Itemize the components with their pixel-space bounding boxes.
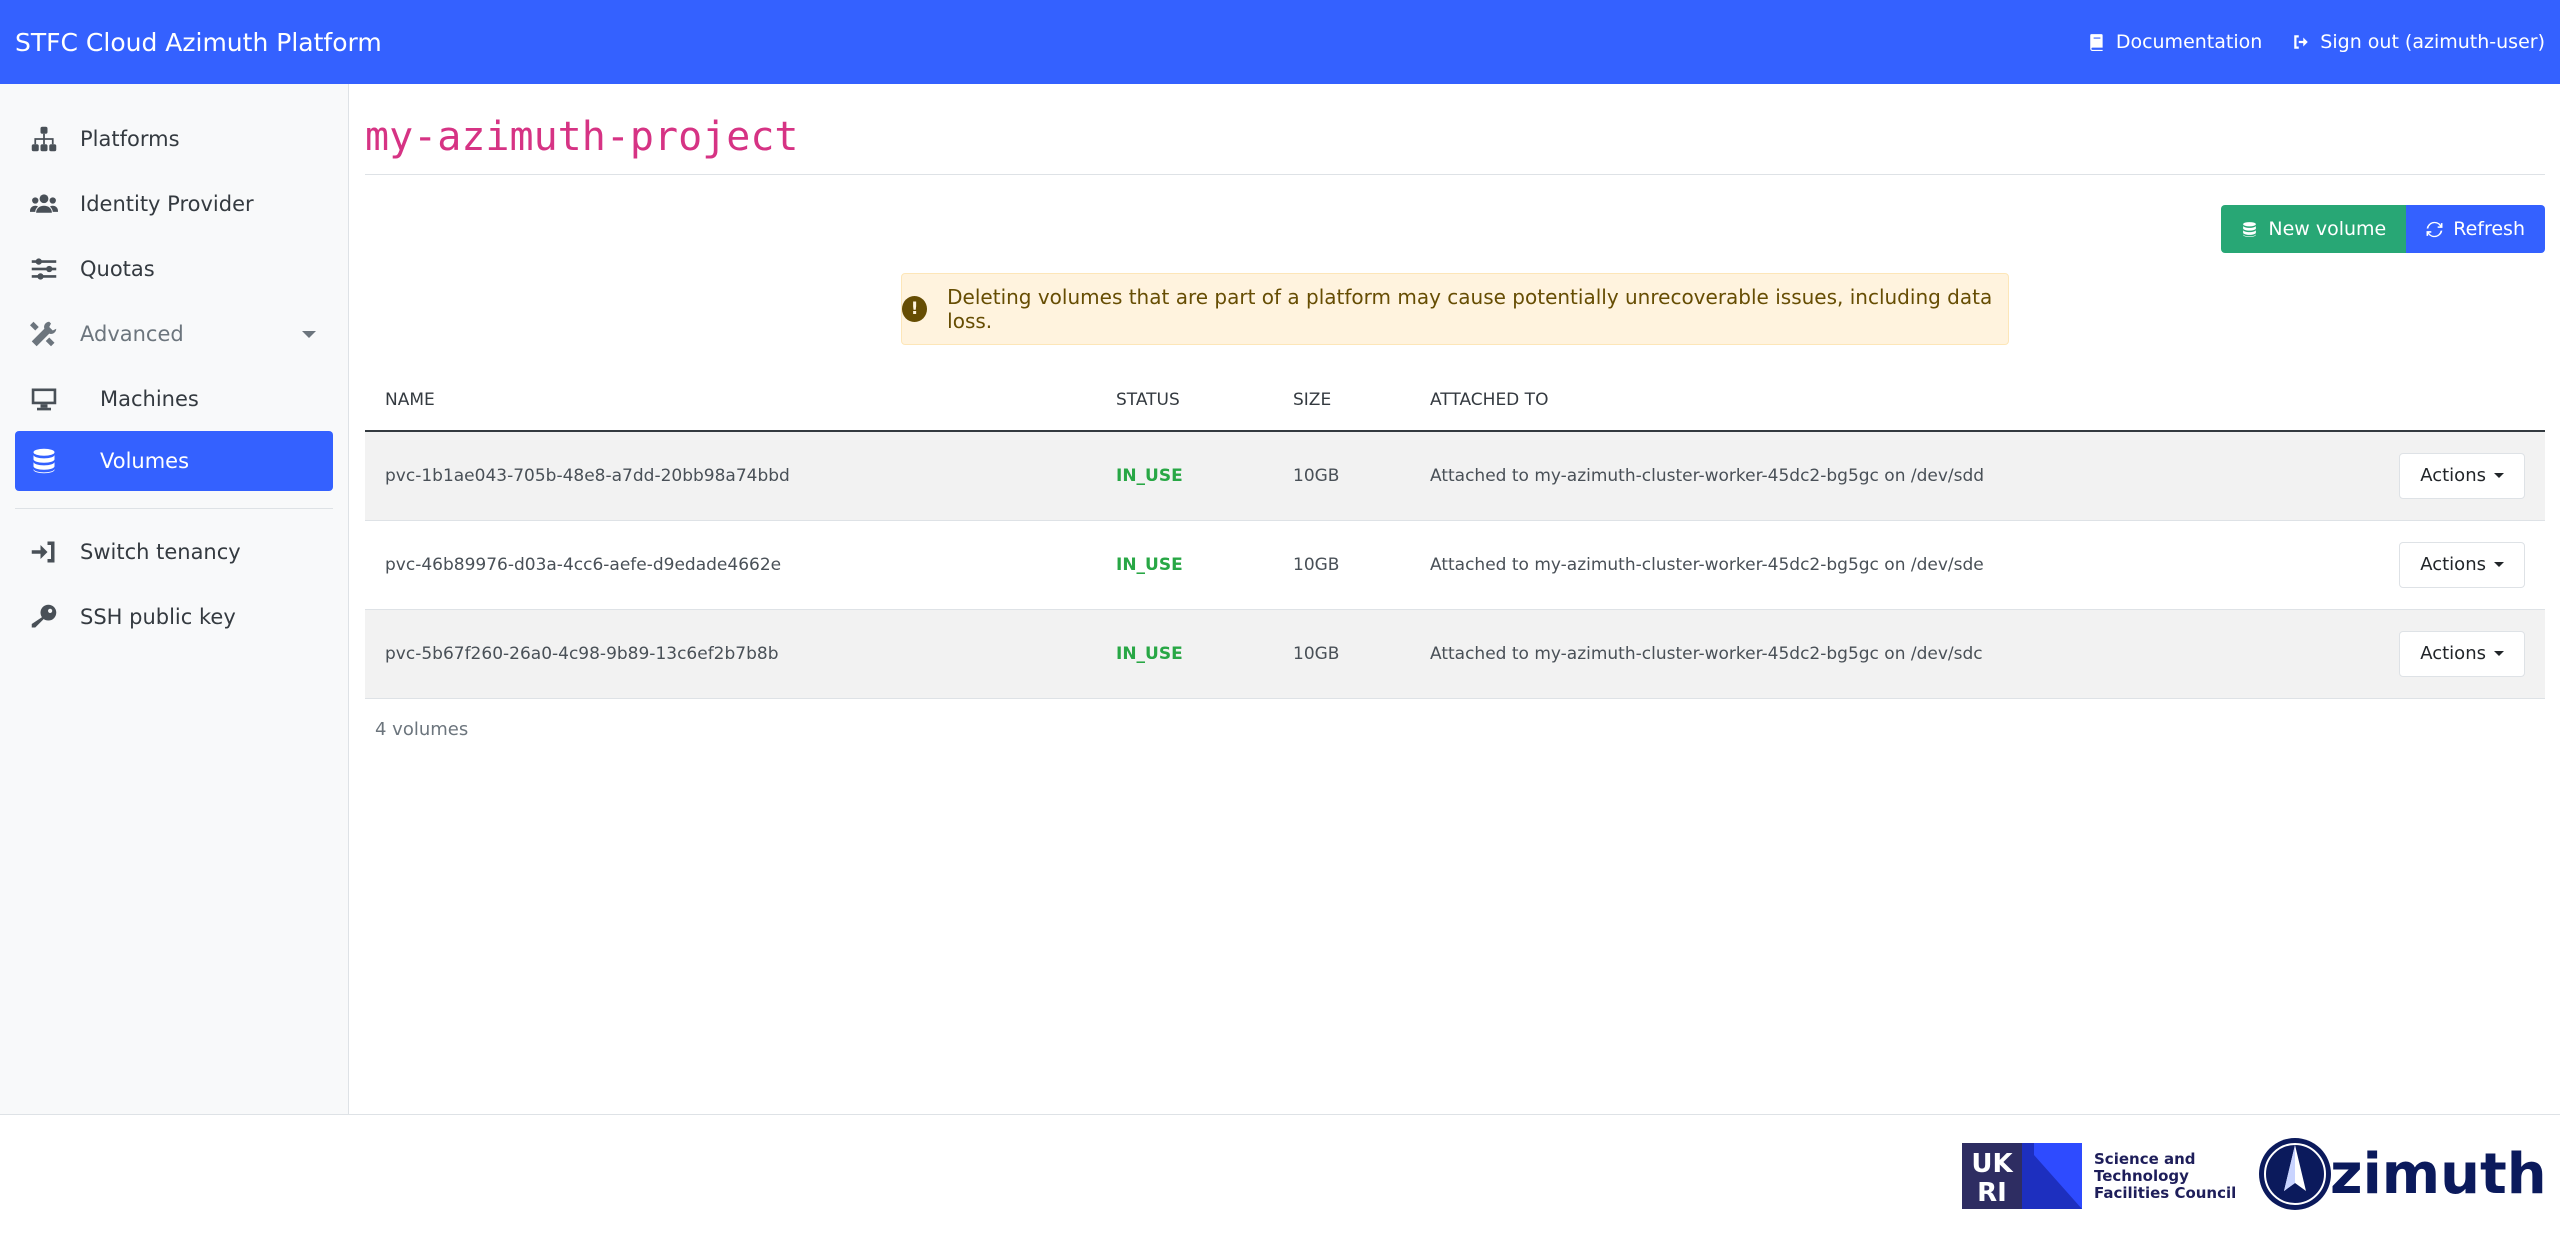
sidebar-item-label: Platforms	[80, 126, 180, 151]
footer: UK RI Science and Technology Facilities …	[0, 1114, 2560, 1237]
sidebar-item-label: Switch tenancy	[80, 539, 241, 564]
refresh-label: Refresh	[2453, 218, 2525, 240]
volume-name: pvc-5b67f260-26a0-4c98-9b89-13c6ef2b7b8b	[365, 609, 1096, 699]
sign-in-icon	[30, 538, 58, 566]
actions-dropdown-button[interactable]: Actions	[2399, 630, 2525, 677]
azimuth-compass-icon	[2259, 1138, 2331, 1210]
key-icon	[30, 603, 58, 631]
table-row: pvc-5b67f260-26a0-4c98-9b89-13c6ef2b7b8b…	[365, 609, 2545, 699]
status-badge: IN_USE	[1096, 609, 1273, 699]
sidebar: Platforms Identity Provider Quotas Advan…	[0, 84, 349, 1114]
table-row: pvc-1b1ae043-705b-48e8-a7dd-20bb98a74bbd…	[365, 431, 2545, 521]
column-header-status[interactable]: STATUS	[1096, 369, 1273, 432]
sitemap-icon	[30, 125, 58, 153]
signout-link[interactable]: Sign out (azimuth-user)	[2292, 31, 2545, 53]
caret-down-icon	[2494, 473, 2504, 479]
svg-text:RI: RI	[1977, 1178, 2007, 1208]
top-navbar: STFC Cloud Azimuth Platform Documentatio…	[0, 0, 2560, 84]
stfc-name: Science and Technology Facilities Counci…	[2094, 1149, 2237, 1202]
sidebar-item-identity-provider[interactable]: Identity Provider	[0, 171, 348, 236]
sidebar-item-label: Quotas	[80, 256, 155, 281]
actions-dropdown-button[interactable]: Actions	[2399, 541, 2525, 588]
warning-alert: ! Deleting volumes that are part of a pl…	[901, 273, 2009, 345]
sidebar-item-advanced[interactable]: Advanced	[0, 301, 348, 366]
book-icon	[2090, 34, 2103, 51]
new-volume-button[interactable]: New volume	[2221, 205, 2407, 253]
brand-link[interactable]: STFC Cloud Azimuth Platform	[15, 28, 382, 57]
actions-cell: Actions	[2345, 520, 2545, 610]
column-header-actions	[2345, 369, 2545, 432]
database-icon	[2243, 221, 2257, 237]
sidebar-item-label: SSH public key	[80, 604, 236, 629]
volume-size: 10GB	[1273, 609, 1410, 699]
ukri-stfc-logo: UK RI Science and Technology Facilities …	[1962, 1143, 2236, 1209]
main-content: my-azimuth-project New volume Refresh ! …	[365, 84, 2545, 1114]
volume-size: 10GB	[1273, 520, 1410, 610]
sidebar-item-label: Advanced	[80, 321, 184, 346]
tools-icon	[30, 320, 58, 348]
status-badge: IN_USE	[1096, 520, 1273, 610]
status-badge: IN_USE	[1096, 431, 1273, 521]
navbar-right: Documentation Sign out (azimuth-user)	[2088, 31, 2545, 53]
sidebar-item-label: Volumes	[100, 449, 190, 473]
database-icon	[30, 447, 58, 475]
exclamation-circle-icon: !	[902, 296, 928, 322]
actions-dropdown-button[interactable]: Actions	[2399, 452, 2525, 499]
volume-count: 4 volumes	[375, 718, 469, 740]
volumes-table: NAME STATUS SIZE ATTACHED TO pvc-1b1ae04…	[365, 369, 2545, 699]
sliders-icon	[30, 255, 58, 283]
volume-attached-to: Attached to my-azimuth-cluster-worker-45…	[1410, 520, 2345, 610]
sidebar-item-label: Identity Provider	[80, 191, 254, 216]
volume-attached-to: Attached to my-azimuth-cluster-worker-45…	[1410, 431, 2345, 521]
azimuth-logo: zimuth	[2256, 1135, 2547, 1213]
actions-label: Actions	[2420, 554, 2486, 575]
documentation-link[interactable]: Documentation	[2088, 31, 2262, 53]
table-header-row: NAME STATUS SIZE ATTACHED TO	[365, 369, 2545, 432]
alert-text: Deleting volumes that are part of a plat…	[947, 285, 1993, 333]
sidebar-divider	[15, 508, 333, 509]
azimuth-wordmark: zimuth	[2330, 1141, 2547, 1207]
chevron-down-icon	[302, 331, 316, 338]
table-row: pvc-46b89976-d03a-4cc6-aefe-d9edade4662e…	[365, 520, 2545, 610]
sidebar-item-machines[interactable]: Machines	[0, 366, 348, 431]
ukri-logo-icon: UK RI	[1962, 1143, 2082, 1209]
actions-cell: Actions	[2345, 431, 2545, 521]
refresh-icon	[2426, 221, 2443, 237]
sidebar-item-label: Machines	[100, 386, 199, 411]
actions-label: Actions	[2420, 465, 2486, 487]
sidebar-item-quotas[interactable]: Quotas	[0, 236, 348, 301]
stfc-line: Science and	[2094, 1149, 2196, 1168]
actions-cell: Actions	[2345, 609, 2545, 699]
page-title: my-azimuth-project	[365, 114, 2545, 175]
button-group: New volume Refresh	[2221, 205, 2545, 253]
actions-label: Actions	[2420, 643, 2486, 664]
new-volume-label: New volume	[2268, 218, 2387, 240]
documentation-label: Documentation	[2115, 31, 2263, 53]
svg-text:UK: UK	[1971, 1149, 2013, 1179]
volume-size: 10GB	[1273, 431, 1410, 521]
column-header-size[interactable]: SIZE	[1273, 369, 1410, 432]
toolbar: New volume Refresh	[365, 205, 2545, 253]
refresh-button[interactable]: Refresh	[2406, 205, 2545, 253]
volume-name: pvc-1b1ae043-705b-48e8-a7dd-20bb98a74bbd	[365, 431, 1096, 521]
sidebar-item-switch-tenancy[interactable]: Switch tenancy	[0, 519, 348, 584]
caret-down-icon	[2494, 562, 2504, 567]
volume-name: pvc-46b89976-d03a-4cc6-aefe-d9edade4662e	[365, 520, 1096, 610]
caret-down-icon	[2494, 651, 2504, 656]
volume-attached-to: Attached to my-azimuth-cluster-worker-45…	[1410, 609, 2345, 699]
sidebar-item-volumes[interactable]: Volumes	[15, 431, 333, 491]
sign-out-icon	[2294, 35, 2309, 49]
sidebar-item-ssh-public-key[interactable]: SSH public key	[0, 584, 348, 649]
sidebar-item-platforms[interactable]: Platforms	[0, 106, 348, 171]
stfc-line: Technology	[2094, 1166, 2189, 1185]
column-header-name[interactable]: NAME	[365, 369, 1096, 432]
desktop-icon	[30, 385, 58, 413]
column-header-attached-to[interactable]: ATTACHED TO	[1410, 369, 2345, 432]
stfc-line: Facilities Council	[2094, 1183, 2237, 1202]
signout-label: Sign out (azimuth-user)	[2320, 31, 2545, 53]
users-icon	[30, 190, 58, 218]
